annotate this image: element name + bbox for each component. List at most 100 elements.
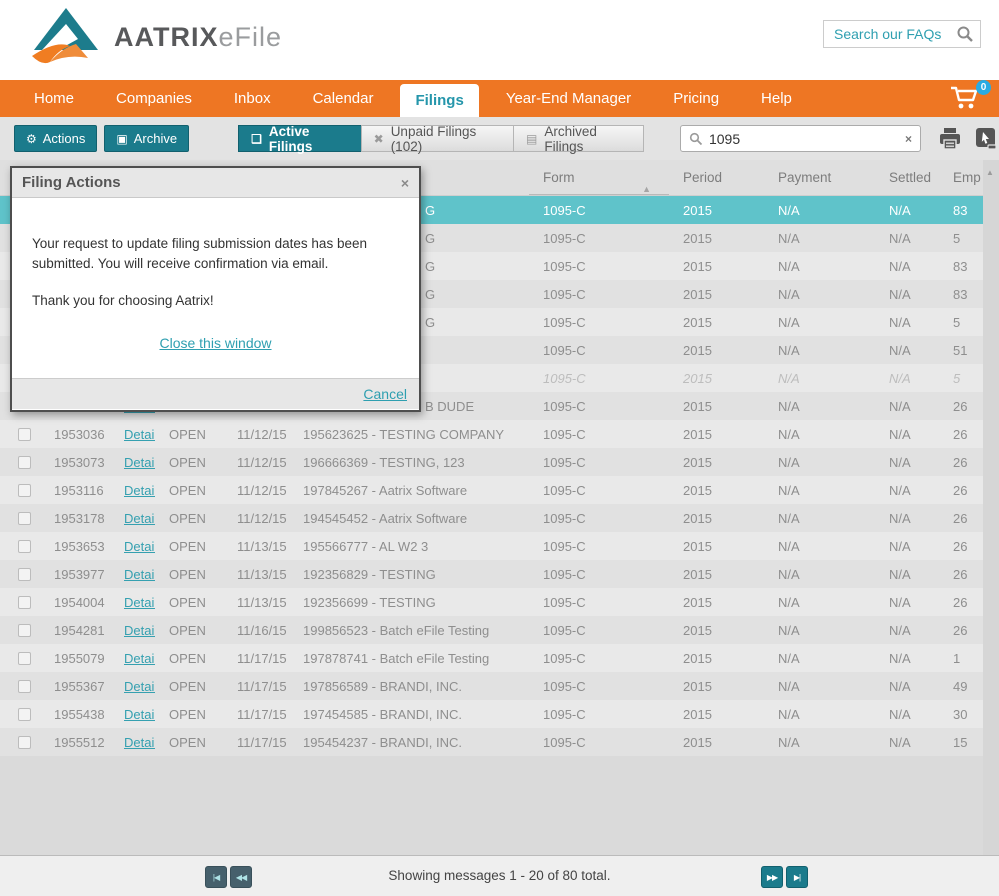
row-checkbox[interactable]: [18, 680, 31, 693]
row-checkbox[interactable]: [18, 596, 31, 609]
cell-form: 1095-C: [529, 707, 669, 722]
company-fragment: G: [425, 231, 435, 246]
cell-settled: N/A: [875, 679, 939, 694]
cell-payment: N/A: [764, 455, 875, 470]
company-fragment: G: [425, 287, 435, 302]
details-link[interactable]: Details: [124, 427, 155, 442]
col-payment[interactable]: Payment: [764, 170, 875, 185]
cell-period: 2015: [669, 735, 764, 750]
row-checkbox[interactable]: [18, 708, 31, 721]
faq-search-input[interactable]: [834, 26, 956, 42]
cell-checkbox: [0, 624, 40, 637]
cancel-link[interactable]: Cancel: [363, 386, 407, 402]
table-row[interactable]: 1953653DetailsOPEN11/13/15195566777 - AL…: [0, 532, 983, 560]
table-row[interactable]: 1955512DetailsOPEN11/17/15195454237 - BR…: [0, 728, 983, 756]
row-checkbox[interactable]: [18, 456, 31, 469]
cell-payment: N/A: [764, 203, 875, 218]
table-row[interactable]: 1954004DetailsOPEN11/13/15192356699 - TE…: [0, 588, 983, 616]
clear-search-icon[interactable]: ×: [905, 132, 912, 146]
cell-period: 2015: [669, 567, 764, 582]
cell-details-link: Details: [110, 707, 155, 722]
aatrix-logo[interactable]: AATRIXeFile: [28, 6, 282, 68]
tab-active-filings[interactable]: ❏ Active Filings: [238, 125, 362, 152]
row-checkbox[interactable]: [18, 736, 31, 749]
nav-item-companies[interactable]: Companies: [95, 80, 213, 117]
table-row[interactable]: 1955438DetailsOPEN11/17/15197454585 - BR…: [0, 700, 983, 728]
row-checkbox[interactable]: [18, 652, 31, 665]
cell-form: 1095-C: [529, 203, 669, 218]
nav-item-calendar[interactable]: Calendar: [292, 80, 395, 117]
row-checkbox[interactable]: [18, 512, 31, 525]
details-link[interactable]: Details: [124, 455, 155, 470]
cell-filing-id: 1955367: [40, 679, 110, 694]
pagination-status: Showing messages 1 - 20 of 80 total.: [0, 868, 999, 883]
brand-secondary: eFile: [219, 22, 283, 52]
nav-item-filings[interactable]: Filings: [400, 84, 478, 117]
nav-item-help[interactable]: Help: [740, 80, 813, 117]
last-page-button[interactable]: ▶|: [786, 866, 808, 888]
cell-emp: 26: [939, 511, 983, 526]
search-icon[interactable]: [956, 25, 974, 43]
details-link[interactable]: Details: [124, 707, 155, 722]
cell-period: 2015: [669, 343, 764, 358]
details-link[interactable]: Details: [124, 623, 155, 638]
row-checkbox[interactable]: [18, 568, 31, 581]
details-link[interactable]: Details: [124, 567, 155, 582]
col-form[interactable]: Form ▲: [529, 160, 669, 195]
row-checkbox[interactable]: [18, 624, 31, 637]
cell-date: 11/12/15: [223, 427, 289, 442]
cell-checkbox: [0, 484, 40, 497]
cell-form: 1095-C: [529, 455, 669, 470]
tab-archived-filings[interactable]: ▤ Archived Filings: [513, 125, 644, 152]
col-emp[interactable]: Emp: [939, 170, 983, 185]
details-link[interactable]: Details: [124, 651, 155, 666]
details-link[interactable]: Details: [124, 539, 155, 554]
table-row[interactable]: 1955367DetailsOPEN11/17/15197856589 - BR…: [0, 672, 983, 700]
guide-button[interactable]: [973, 126, 999, 152]
details-link[interactable]: Details: [124, 735, 155, 750]
col-settled[interactable]: Settled: [875, 170, 939, 185]
cell-form: 1095-C: [529, 567, 669, 582]
nav-item-inbox[interactable]: Inbox: [213, 80, 292, 117]
nav-item-pricing[interactable]: Pricing: [652, 80, 740, 117]
close-icon[interactable]: ×: [401, 175, 409, 191]
row-checkbox[interactable]: [18, 428, 31, 441]
archive-button[interactable]: ▣ Archive: [104, 125, 189, 152]
tab-unpaid-filings[interactable]: ✖ Unpaid Filings (102): [361, 125, 514, 152]
cell-details-link: Details: [110, 455, 155, 470]
pointer-guide-icon: [973, 126, 999, 152]
cart-button[interactable]: 0: [949, 84, 985, 114]
details-link[interactable]: Details: [124, 511, 155, 526]
nav-item-year-end-manager[interactable]: Year-End Manager: [485, 80, 652, 117]
close-this-window-link[interactable]: Close this window: [159, 335, 271, 351]
table-scrollbar[interactable]: ▲: [983, 160, 999, 855]
table-row[interactable]: 1953073DetailsOPEN11/12/15196666369 - TE…: [0, 448, 983, 476]
nav-item-home[interactable]: Home: [13, 80, 95, 117]
table-row[interactable]: 1953116DetailsOPEN11/12/15197845267 - Aa…: [0, 476, 983, 504]
next-page-button[interactable]: ▶▶: [761, 866, 783, 888]
row-checkbox[interactable]: [18, 484, 31, 497]
cell-period: 2015: [669, 511, 764, 526]
scroll-up-icon[interactable]: ▲: [986, 168, 994, 177]
cell-settled: N/A: [875, 203, 939, 218]
filings-search-input[interactable]: [709, 131, 905, 147]
table-row[interactable]: 1955079DetailsOPEN11/17/15197878741 - Ba…: [0, 644, 983, 672]
print-button[interactable]: [937, 126, 963, 152]
details-link[interactable]: Details: [124, 679, 155, 694]
table-row[interactable]: 1953977DetailsOPEN11/13/15192356829 - TE…: [0, 560, 983, 588]
table-row[interactable]: 1953178DetailsOPEN11/12/15194545452 - Aa…: [0, 504, 983, 532]
table-row[interactable]: 1953036DetailsOPEN11/12/15195623625 - TE…: [0, 420, 983, 448]
cell-checkbox: [0, 652, 40, 665]
actions-button[interactable]: ⚙ Actions: [14, 125, 97, 152]
col-period[interactable]: Period: [669, 170, 764, 185]
row-checkbox[interactable]: [18, 540, 31, 553]
mountain-logo-icon: [28, 6, 104, 68]
company-fragment: G: [425, 315, 435, 330]
details-link[interactable]: Details: [124, 483, 155, 498]
cell-date: 11/17/15: [223, 707, 289, 722]
cell-checkbox: [0, 428, 40, 441]
table-row[interactable]: 1954281DetailsOPEN11/16/15199856523 - Ba…: [0, 616, 983, 644]
x-icon: ✖: [374, 132, 384, 146]
cell-payment: N/A: [764, 707, 875, 722]
details-link[interactable]: Details: [124, 595, 155, 610]
